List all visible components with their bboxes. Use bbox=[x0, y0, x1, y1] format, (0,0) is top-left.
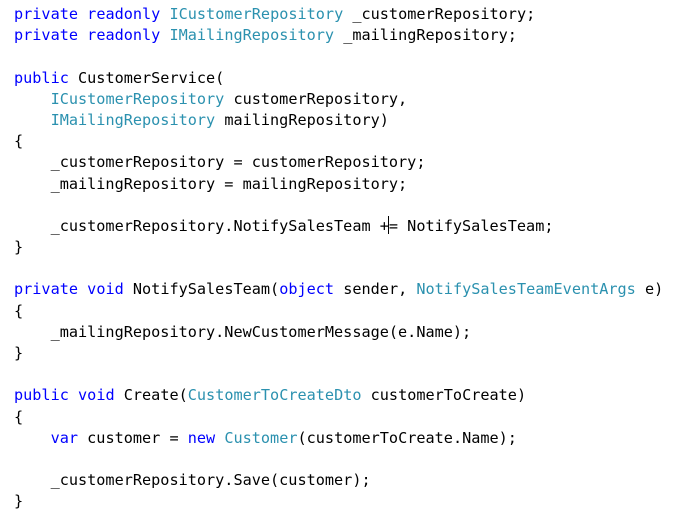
code-token: NotifySalesTeam( bbox=[123, 280, 280, 299]
code-token: _customerRepository.NotifySalesTeam + bbox=[14, 216, 389, 235]
keyword-token: object bbox=[279, 280, 335, 299]
type-token: IMailingRepository bbox=[50, 110, 216, 129]
code-line[interactable]: { bbox=[14, 131, 663, 152]
code-line[interactable]: _mailingRepository.NewCustomerMessage(e.… bbox=[14, 322, 663, 343]
code-token: _customerRepository; bbox=[343, 5, 536, 23]
code-line[interactable] bbox=[14, 258, 663, 279]
code-token: { bbox=[14, 407, 24, 426]
code-line[interactable] bbox=[14, 195, 663, 216]
code-token: { bbox=[14, 132, 24, 151]
keyword-token: new bbox=[187, 428, 216, 447]
code-line[interactable]: _customerRepository.Save(customer); bbox=[14, 470, 663, 491]
code-line[interactable]: var customer = new Customer(customerToCr… bbox=[14, 428, 663, 449]
code-token: } bbox=[14, 492, 24, 511]
code-line[interactable]: } bbox=[14, 237, 663, 258]
code-token: _mailingRepository.NewCustomerMessage(e.… bbox=[14, 322, 472, 341]
code-editor[interactable]: private readonly ICustomerRepository _cu… bbox=[14, 4, 663, 513]
code-token: Create( bbox=[114, 386, 188, 405]
code-token: _mailingRepository; bbox=[334, 26, 517, 45]
type-token: CustomerToCreateDto bbox=[187, 386, 362, 405]
code-line[interactable]: } bbox=[14, 343, 663, 364]
code-token: CustomerService( bbox=[68, 68, 225, 87]
type-token: ICustomerRepository bbox=[169, 5, 344, 23]
text-cursor bbox=[387, 216, 389, 235]
code-line[interactable]: _customerRepository.NotifySalesTeam += N… bbox=[14, 216, 663, 237]
keyword-token: public bbox=[14, 386, 69, 405]
code-line[interactable]: { bbox=[14, 301, 663, 322]
keyword-token: private bbox=[14, 5, 79, 23]
code-token: e) bbox=[635, 280, 664, 299]
code-token: } bbox=[14, 344, 24, 362]
code-token: _customerRepository = customerRepository… bbox=[14, 153, 426, 172]
code-line[interactable]: private readonly IMailingRepository _mai… bbox=[14, 25, 663, 46]
code-token: { bbox=[14, 301, 24, 320]
code-line[interactable]: private readonly ICustomerRepository _cu… bbox=[14, 4, 663, 25]
code-token: } bbox=[14, 238, 24, 257]
code-token: _customerRepository.Save(customer); bbox=[14, 471, 371, 490]
code-token: = NotifySalesTeam; bbox=[388, 216, 554, 235]
keyword-token: readonly bbox=[87, 5, 161, 23]
code-line[interactable]: ICustomerRepository customerRepository, bbox=[14, 89, 663, 110]
code-line[interactable]: IMailingRepository mailingRepository) bbox=[14, 110, 663, 131]
keyword-token: public bbox=[14, 68, 69, 87]
code-line[interactable]: } bbox=[14, 491, 663, 512]
code-token: sender, bbox=[334, 280, 417, 299]
type-token: Customer bbox=[224, 428, 298, 447]
code-line[interactable]: _customerRepository = customerRepository… bbox=[14, 152, 663, 173]
code-token: (customerToCreate.Name); bbox=[297, 428, 517, 447]
code-line[interactable] bbox=[14, 364, 663, 385]
keyword-token: private bbox=[14, 280, 79, 299]
keyword-token: private bbox=[14, 26, 79, 45]
type-token: NotifySalesTeamEventArgs bbox=[416, 280, 636, 299]
code-line[interactable]: public void Create(CustomerToCreateDto c… bbox=[14, 385, 663, 406]
keyword-token: void bbox=[87, 280, 124, 299]
code-line[interactable]: _mailingRepository = mailingRepository; bbox=[14, 174, 663, 195]
code-token: mailingRepository) bbox=[215, 110, 389, 129]
code-token: _mailingRepository = mailingRepository; bbox=[14, 174, 408, 193]
code-token: customerRepository, bbox=[224, 89, 408, 108]
code-line[interactable]: private void NotifySalesTeam(object send… bbox=[14, 279, 663, 300]
keyword-token: readonly bbox=[87, 26, 161, 45]
type-token: IMailingRepository bbox=[169, 26, 335, 45]
keyword-token: var bbox=[50, 428, 79, 447]
code-line[interactable] bbox=[14, 449, 663, 470]
keyword-token: void bbox=[78, 386, 115, 405]
code-line[interactable] bbox=[14, 46, 663, 67]
code-line[interactable]: public CustomerService( bbox=[14, 68, 663, 89]
code-token: customer = bbox=[78, 428, 188, 447]
type-token: ICustomerRepository bbox=[50, 89, 225, 108]
code-token: customerToCreate) bbox=[361, 386, 527, 405]
code-line[interactable]: { bbox=[14, 407, 663, 428]
